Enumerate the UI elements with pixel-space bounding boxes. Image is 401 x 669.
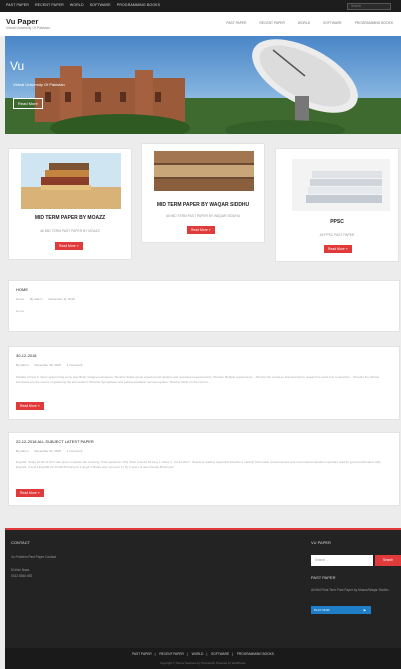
- post-meta-author[interactable]: By admin: [16, 449, 29, 453]
- card-title[interactable]: MID TERM PAPER BY MOAZZ: [9, 215, 131, 221]
- post-meta-date[interactable]: December 22, 2018: [35, 449, 61, 453]
- footer-vupaper-title: VU PAPER: [311, 540, 331, 545]
- post-excerpt: Parallel current in direct ayaan bring s…: [16, 375, 379, 384]
- footer-link-software[interactable]: SOFTWARE: [211, 652, 229, 656]
- footer-link-past-paper[interactable]: PAST PAPER: [132, 652, 151, 656]
- top-menu-item-programming-books[interactable]: PROGRAMMING BOOKS: [117, 3, 160, 7]
- card-title[interactable]: PPSC: [276, 219, 398, 225]
- card-excerpt: All MID TERM PAST PAPER BY MOAZZ: [40, 229, 100, 233]
- card-excerpt: All MID TERM PAST PAPER BY WAQAR SIDDHU: [166, 214, 240, 218]
- top-search-input[interactable]: Search: [347, 2, 391, 10]
- post-meta-comments[interactable]: 1 Comment: [67, 363, 83, 367]
- footer-search-input[interactable]: Search ...: [311, 555, 373, 566]
- site-logo[interactable]: Vu Paper: [6, 17, 38, 26]
- post-title[interactable]: 22-12-2018 ALL SUBJECT LATEST PAPER: [16, 439, 94, 444]
- audio-player[interactable]: PLAY NOW ▶: [311, 606, 371, 614]
- card-read-more-button[interactable]: Read More »: [324, 245, 352, 253]
- nav-item-past-paper[interactable]: PAST PAPER: [226, 21, 246, 25]
- footer-contact-line: 0312 8546 892: [11, 574, 33, 578]
- paper-stack-image: [292, 159, 390, 211]
- featured-card-waqar: MID TERM PAPER BY WAQAR SIDDHU All MID T…: [141, 143, 265, 243]
- bottom-bar: PAST PAPER | RECENT PAPER | WORLD | SOFTWAR…: [5, 648, 401, 669]
- home-title[interactable]: HOME: [16, 287, 28, 292]
- post-card: 30-12-2018 By admin December 30, 2018 1 …: [8, 346, 400, 420]
- footer-link-programming-books[interactable]: PROGRAMMING BOOKS: [237, 652, 274, 656]
- post-excerpt: Eng102: Today 10:30 11:00 it was given c…: [16, 460, 381, 469]
- card-read-more-button[interactable]: Read More »: [187, 226, 215, 234]
- footer-contact-line: Vu Problem Past Paper Contact: [11, 555, 57, 559]
- home-meta: Home By admin December 11, 2018: [16, 297, 75, 301]
- copyright-text: Copyright © Theme Spacious by ThemeGrill…: [159, 661, 247, 665]
- footer-search-button[interactable]: Search: [375, 555, 401, 566]
- post-title[interactable]: 30-12-2018: [16, 353, 36, 358]
- books-stack-image: [21, 153, 121, 209]
- post-card: 22-12-2018 ALL SUBJECT LATEST PAPER By a…: [8, 432, 400, 506]
- hero-read-more-button[interactable]: Read More: [13, 98, 43, 109]
- nav-item-recent-paper[interactable]: RECENT PAPER: [260, 21, 285, 25]
- home-meta-category[interactable]: Home: [16, 297, 24, 301]
- post-meta-date[interactable]: December 30, 2018: [35, 363, 61, 367]
- hero-subtitle: Virtual University Of Pakistan: [13, 82, 65, 87]
- nav-item-world[interactable]: WORLD: [298, 21, 310, 25]
- footer-pastpaper-title: PAST PAPER: [311, 575, 336, 580]
- hero-title: Vu: [10, 59, 25, 73]
- home-meta-date[interactable]: December 11, 2018: [49, 297, 75, 301]
- nav-item-programming-books[interactable]: PROGRAMMING BOOKS: [355, 21, 393, 25]
- home-meta-author[interactable]: By admin: [30, 297, 43, 301]
- player-label: PLAY NOW: [314, 608, 330, 612]
- site-header: Vu Paper Virtual University Of Pakistan …: [0, 12, 401, 36]
- footer-contact-line: M Irfan Naza: [11, 568, 30, 572]
- footer-pastpaper-text: All Mid Final Term Past Paper by Moazz/W…: [311, 588, 389, 592]
- post-read-more-button[interactable]: Read More »: [16, 402, 44, 410]
- post-meta-author[interactable]: By admin: [16, 363, 29, 367]
- footer-contact-title: CONTACT: [11, 540, 31, 545]
- top-menu-item-world[interactable]: WORLD: [70, 3, 84, 7]
- site-footer: CONTACT Vu Problem Past Paper Contact M …: [5, 528, 401, 648]
- post-read-more-button[interactable]: Read More »: [16, 489, 44, 497]
- featured-card-ppsc: PPSC All PPSC PAST PAPER Read More »: [275, 148, 399, 262]
- footer-link-world[interactable]: WORLD: [192, 652, 204, 656]
- footer-link-recent-paper[interactable]: RECENT PAPER: [159, 652, 184, 656]
- play-icon[interactable]: ▶: [364, 606, 366, 614]
- card-excerpt: All PPSC PAST PAPER: [319, 233, 355, 237]
- bookshelf-image: [154, 151, 254, 191]
- featured-card-moazz: MID TERM PAPER BY MOAZZ All MID TERM PAS…: [8, 148, 132, 260]
- top-menu-item-software[interactable]: SOFTWARE: [90, 3, 111, 7]
- top-menu-item-past-paper[interactable]: PAST PAPER: [6, 3, 29, 7]
- hero-slider: Vu Virtual University Of Pakistan Read M…: [5, 36, 401, 134]
- card-read-more-button[interactable]: Read More »: [55, 242, 83, 250]
- top-menu-bar: PAST PAPER RECENT PAPER WORLD SOFTWARE P…: [0, 0, 401, 12]
- home-body: Home: [16, 309, 25, 313]
- site-tagline: Virtual University Of Pakistan: [6, 26, 50, 30]
- footer-menu: PAST PAPER | RECENT PAPER | WORLD | SOFTWAR…: [132, 652, 274, 656]
- home-panel: HOME Home By admin December 11, 2018 Hom…: [8, 280, 400, 332]
- top-menu: PAST PAPER RECENT PAPER WORLD SOFTWARE P…: [6, 3, 160, 7]
- top-menu-item-recent-paper[interactable]: RECENT PAPER: [35, 3, 64, 7]
- post-meta: By admin December 22, 2018 1 Comment: [16, 449, 82, 453]
- card-title[interactable]: MID TERM PAPER BY WAQAR SIDDHU: [142, 202, 264, 208]
- post-meta-comments[interactable]: 1 Comment: [67, 449, 83, 453]
- post-meta: By admin December 30, 2018 1 Comment: [16, 363, 82, 367]
- nav-item-software[interactable]: SOFTWARE: [323, 21, 342, 25]
- main-nav: PAST PAPER RECENT PAPER WORLD SOFTWARE P…: [226, 21, 393, 25]
